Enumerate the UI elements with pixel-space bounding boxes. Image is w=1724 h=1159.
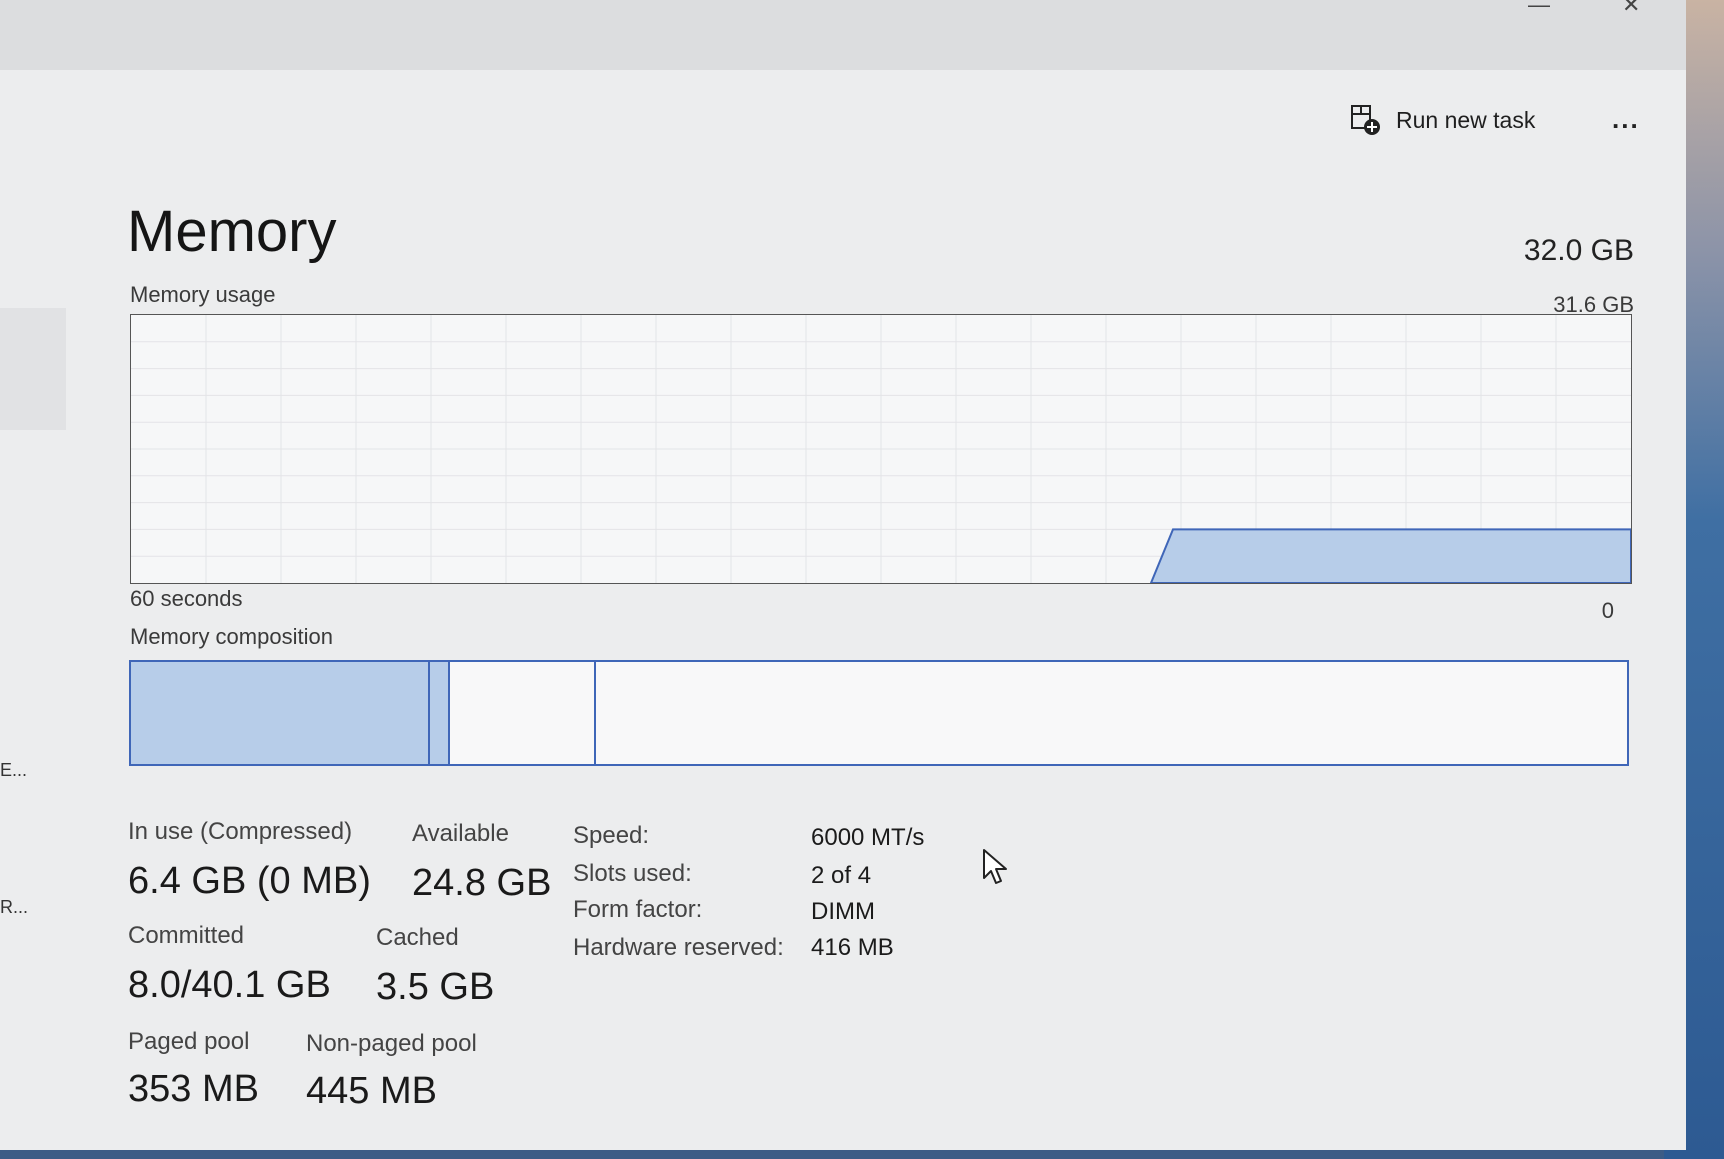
- sidebar-item-fragment[interactable]: R...: [0, 897, 28, 918]
- task-manager-window: — ✕ E... R... Run new task ... Memory 32…: [0, 0, 1686, 1150]
- title-bar: — ✕: [0, 0, 1686, 70]
- mouse-cursor-icon: [983, 849, 1007, 884]
- hardware-reserved-value: 416 MB: [811, 934, 894, 961]
- cached-label: Cached: [376, 924, 459, 951]
- slots-used-value: 2 of 4: [811, 862, 872, 889]
- sidebar-item-fragment[interactable]: E...: [0, 760, 27, 781]
- speed-label: Speed:: [573, 822, 650, 849]
- in-use-value: 6.4 GB (0 MB): [128, 860, 371, 902]
- memory-usage-chart: [130, 314, 1632, 584]
- slots-used-label: Slots used:: [573, 860, 692, 887]
- committed-label: Committed: [128, 922, 245, 949]
- more-options-button[interactable]: ...: [1612, 104, 1640, 135]
- composition-label: Memory composition: [130, 624, 333, 649]
- in-use-label: In use (Compressed): [128, 818, 353, 845]
- composition-standby[interactable]: [449, 662, 597, 764]
- speed-value: 6000 MT/s: [811, 824, 925, 851]
- close-icon[interactable]: ✕: [1622, 0, 1640, 18]
- time-span-label: 60 seconds: [130, 586, 243, 611]
- available-label: Available: [412, 820, 509, 847]
- usage-min-label: 0: [1601, 598, 1614, 623]
- sidebar-selected-item[interactable]: [0, 308, 66, 430]
- run-new-task-button[interactable]: Run new task: [1350, 104, 1535, 136]
- run-task-icon: [1350, 104, 1382, 136]
- composition-modified[interactable]: [430, 662, 450, 764]
- available-value: 24.8 GB: [412, 862, 552, 904]
- minimize-icon[interactable]: —: [1528, 0, 1550, 18]
- paged-pool-label: Paged pool: [128, 1028, 250, 1055]
- total-memory: 32.0 GB: [1523, 234, 1634, 267]
- composition-in-use[interactable]: [131, 662, 431, 764]
- page-title: Memory: [127, 199, 337, 264]
- composition-free[interactable]: [596, 662, 1627, 764]
- usage-area: [1149, 528, 1631, 583]
- usage-graph: [131, 315, 1631, 583]
- committed-value: 8.0/40.1 GB: [128, 964, 331, 1006]
- run-new-task-label: Run new task: [1396, 106, 1536, 133]
- hardware-reserved-label: Hardware reserved:: [573, 934, 784, 961]
- non-paged-pool-label: Non-paged pool: [306, 1030, 477, 1057]
- memory-composition-bar: [129, 660, 1629, 766]
- form-factor-label: Form factor:: [573, 896, 703, 923]
- usage-chart-label: Memory usage: [130, 282, 276, 307]
- form-factor-value: DIMM: [811, 898, 875, 925]
- non-paged-pool-value: 445 MB: [306, 1070, 437, 1112]
- paged-pool-value: 353 MB: [128, 1068, 259, 1110]
- cached-value: 3.5 GB: [376, 966, 495, 1008]
